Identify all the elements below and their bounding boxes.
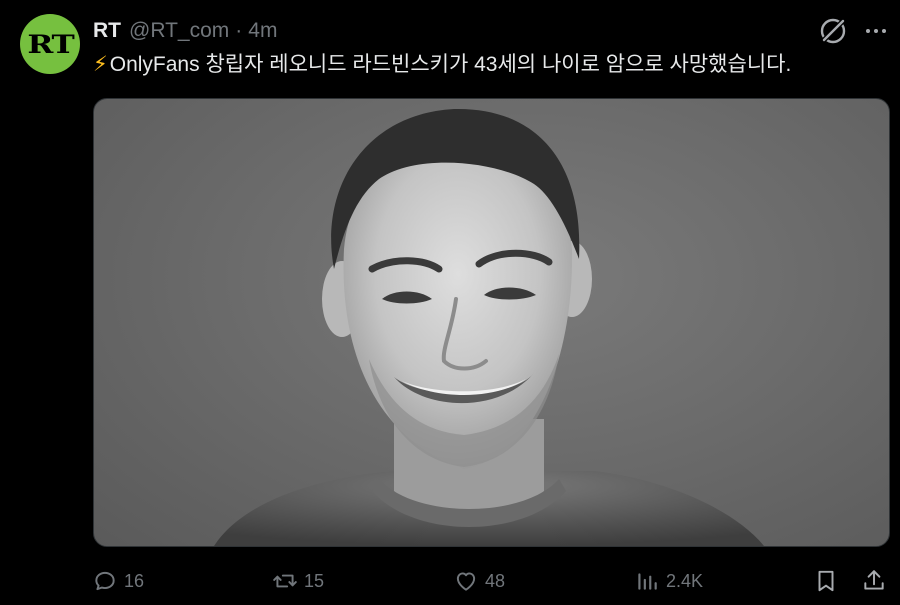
grok-icon[interactable] bbox=[816, 14, 850, 48]
like-count: 48 bbox=[485, 570, 506, 591]
reply-icon bbox=[95, 571, 115, 591]
post-actions-bar: 16 15 48 2.4K bbox=[0, 562, 900, 600]
heart-icon bbox=[456, 572, 476, 591]
share-button[interactable] bbox=[861, 562, 887, 600]
post-body: OnlyFans 창립자 레오니드 라드빈스키가 43세의 나이로 암으로 사망… bbox=[109, 53, 792, 76]
views-count: 2.4K bbox=[666, 570, 704, 591]
author-handle[interactable]: @RT_com bbox=[129, 19, 229, 43]
post-photo[interactable] bbox=[93, 98, 890, 547]
bookmark-icon bbox=[818, 570, 834, 592]
post-header: RT @RT_com · 4m bbox=[93, 14, 277, 48]
bookmark-button[interactable] bbox=[813, 562, 839, 600]
reply-button[interactable]: 16 bbox=[92, 562, 144, 600]
author-name[interactable]: RT bbox=[93, 19, 121, 43]
more-options-icon[interactable] bbox=[860, 18, 892, 44]
portrait-illustration bbox=[214, 108, 764, 546]
avatar-logo-text: RT bbox=[26, 29, 74, 59]
header-separator: · bbox=[235, 19, 243, 42]
repost-icon bbox=[273, 574, 297, 588]
share-icon bbox=[864, 570, 884, 590]
author-avatar[interactable]: RT bbox=[20, 14, 80, 74]
views-icon bbox=[638, 573, 657, 590]
post-timestamp[interactable]: 4m bbox=[248, 19, 277, 43]
like-button[interactable]: 48 bbox=[453, 562, 505, 600]
repost-count: 15 bbox=[304, 570, 325, 591]
lightning-bolt-icon: ⚡ bbox=[93, 53, 108, 76]
views-button[interactable]: 2.4K bbox=[634, 562, 703, 600]
post-text: ⚡OnlyFans 창립자 레오니드 라드빈스키가 43세의 나이로 암으로 사… bbox=[93, 50, 883, 80]
repost-button[interactable]: 15 bbox=[272, 562, 324, 600]
reply-count: 16 bbox=[124, 570, 145, 591]
